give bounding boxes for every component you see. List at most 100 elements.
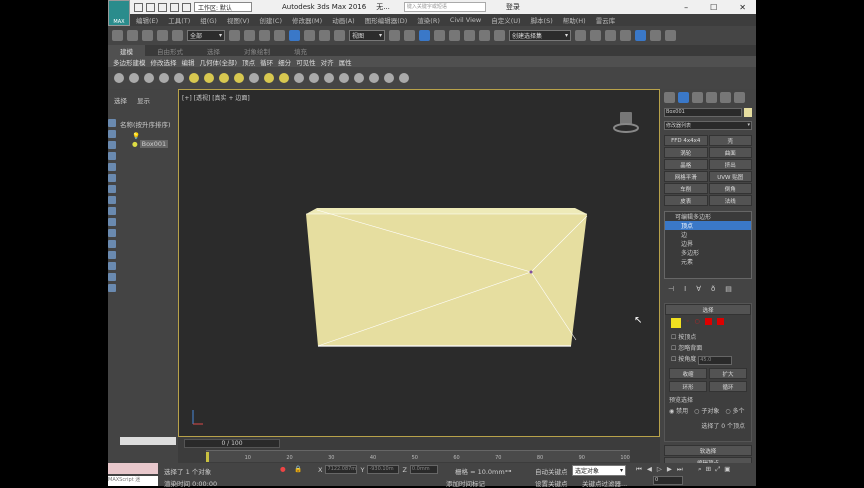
particles-icon[interactable] [294,73,304,83]
by-vertex-checkbox[interactable]: ☐ 按顶点 [665,331,751,342]
select-by-name-icon[interactable] [244,30,255,41]
redo-icon[interactable] [182,2,191,12]
new-icon[interactable] [134,2,143,12]
cone-icon[interactable] [249,73,259,83]
modifier-button[interactable]: FFD 4x4x4 [664,135,708,146]
cylinder-icon[interactable] [219,73,229,83]
scene-explorer-icon[interactable] [635,30,646,41]
ribbon-panel[interactable]: 对齐 [321,57,334,67]
filter-icon[interactable] [108,229,116,237]
prev-frame-icon[interactable]: ◀ [647,465,652,474]
object-color-swatch[interactable] [744,108,752,117]
reference-coord-select[interactable]: 视图 ▾ [349,30,385,41]
mirror-icon[interactable] [575,30,586,41]
pin-stack-icon[interactable]: ⊣ [668,285,674,293]
y-coord-input[interactable]: -930.10m [367,465,400,474]
filter-icon[interactable] [108,130,116,138]
by-angle-checkbox[interactable]: ☐ 按角度 45.0 [665,353,751,366]
viewcube[interactable] [613,112,639,133]
motion-tab-icon[interactable] [706,92,717,103]
percent-snap-icon[interactable] [464,30,475,41]
teapot-icon[interactable] [114,73,124,83]
display-tab-icon[interactable] [720,92,731,103]
keyboard-shortcut-icon[interactable] [419,30,430,41]
create-tab-icon[interactable] [664,92,675,103]
modifier-button[interactable]: 皮表 [664,195,708,206]
explorer-scrollbar[interactable] [120,437,176,445]
curve-editor-icon[interactable] [650,30,661,41]
isolate-icon[interactable]: ● [280,465,286,473]
time-slider-thumb[interactable] [206,452,209,462]
menu-item[interactable]: 雷云库 [596,15,616,25]
ignore-backfacing-checkbox[interactable]: ☐ 忽略背面 [665,342,751,353]
ribbon-panel[interactable]: 细分 [278,57,291,67]
hemisphere-icon[interactable] [204,73,214,83]
link-icon[interactable] [142,30,153,41]
z-coord-input[interactable]: 0.0mm [409,465,438,474]
unlink-icon[interactable] [157,30,168,41]
ribbon-panel[interactable]: 顶点 [242,57,255,67]
list-item[interactable]: ● Box001 [132,140,176,148]
edit-named-sel-icon[interactable] [494,30,505,41]
modifier-button[interactable]: 挤出 [708,159,752,170]
search-input[interactable]: 键入关键字或短语 [403,2,486,12]
object-name-input[interactable]: Box001 [664,108,742,117]
redo-icon[interactable] [127,30,138,41]
preview-multi-radio[interactable]: ○ 多个 [725,406,744,415]
ribbon-panel[interactable]: 多边形建模 [113,57,146,67]
time-slider[interactable]: 0 / 100 [184,439,280,448]
tab-object-paint[interactable]: 对象绘制 [232,45,282,56]
menu-item[interactable]: 组(G) [200,15,217,25]
tab-selection[interactable]: 选择 [195,45,232,56]
help-icon[interactable] [399,73,409,83]
ribbon-panel[interactable]: 修改选择 [151,57,177,67]
zoom-icon[interactable]: ⌕ [698,465,702,474]
grid-icon[interactable] [384,73,394,83]
filter-icon[interactable] [108,251,116,259]
play-icon[interactable]: ▷ [657,465,662,474]
shrink-button[interactable]: 收缩 [669,368,707,379]
modifier-button[interactable]: 车削 [664,183,708,194]
auto-key-button[interactable]: 自动关键点 [535,466,568,476]
explorer-tab-select[interactable]: 选择 [114,95,127,105]
menu-item[interactable]: 图形编辑器(D) [365,15,408,25]
minimize-button[interactable]: – [684,3,688,12]
filter-icon[interactable] [108,262,116,270]
column-header-name[interactable]: 名称(按升序排序) [120,119,176,129]
light-icon[interactable] [129,73,139,83]
pivot-icon[interactable] [389,30,400,41]
stack-item-root[interactable]: 可编辑多边形 [665,212,751,221]
filter-icon[interactable] [108,273,116,281]
modifier-button[interactable]: 曲面 [708,147,752,158]
preview-subobject-radio[interactable]: ○ 子对象 [694,406,719,415]
angle-spinner[interactable]: 45.0 [698,356,733,365]
rollout-header-soft-selection[interactable]: 软选择 [664,445,752,456]
configure-icon[interactable]: ▤ [725,285,732,293]
maxscript-mini-listener[interactable]: MAXScript 迷 [108,476,158,486]
schematic-icon[interactable] [665,30,676,41]
ribbon-toggle-icon[interactable] [620,30,631,41]
filter-icon[interactable] [108,119,116,127]
filter-icon[interactable] [108,284,116,292]
open-icon[interactable] [146,2,155,12]
modifier-button[interactable]: UVW 贴图 [708,171,752,182]
menu-item[interactable]: 渲染(R) [417,15,440,25]
modifier-button[interactable]: 网格平滑 [664,171,708,182]
ribbon-panel[interactable]: 可见性 [296,57,316,67]
undo-icon[interactable] [112,30,123,41]
stack-item-element[interactable]: 元素 [665,257,751,266]
manipulate-icon[interactable] [404,30,415,41]
menu-item[interactable]: 自定义(U) [491,15,520,25]
torus-icon[interactable] [234,73,244,83]
modify-tab-icon[interactable] [678,92,689,103]
x-coord-input[interactable]: 7122.087m [325,465,358,474]
edge-mode-icon[interactable]: ◦ [686,318,690,328]
bind-space-warp-icon[interactable] [172,30,183,41]
window-crossing-icon[interactable] [274,30,285,41]
spinner-snap-icon[interactable] [479,30,490,41]
menu-item[interactable]: 动画(A) [332,15,355,25]
align-icon[interactable] [590,30,601,41]
character-icon[interactable] [354,73,364,83]
menu-item[interactable]: 视图(V) [227,15,250,25]
bones-icon[interactable] [309,73,319,83]
